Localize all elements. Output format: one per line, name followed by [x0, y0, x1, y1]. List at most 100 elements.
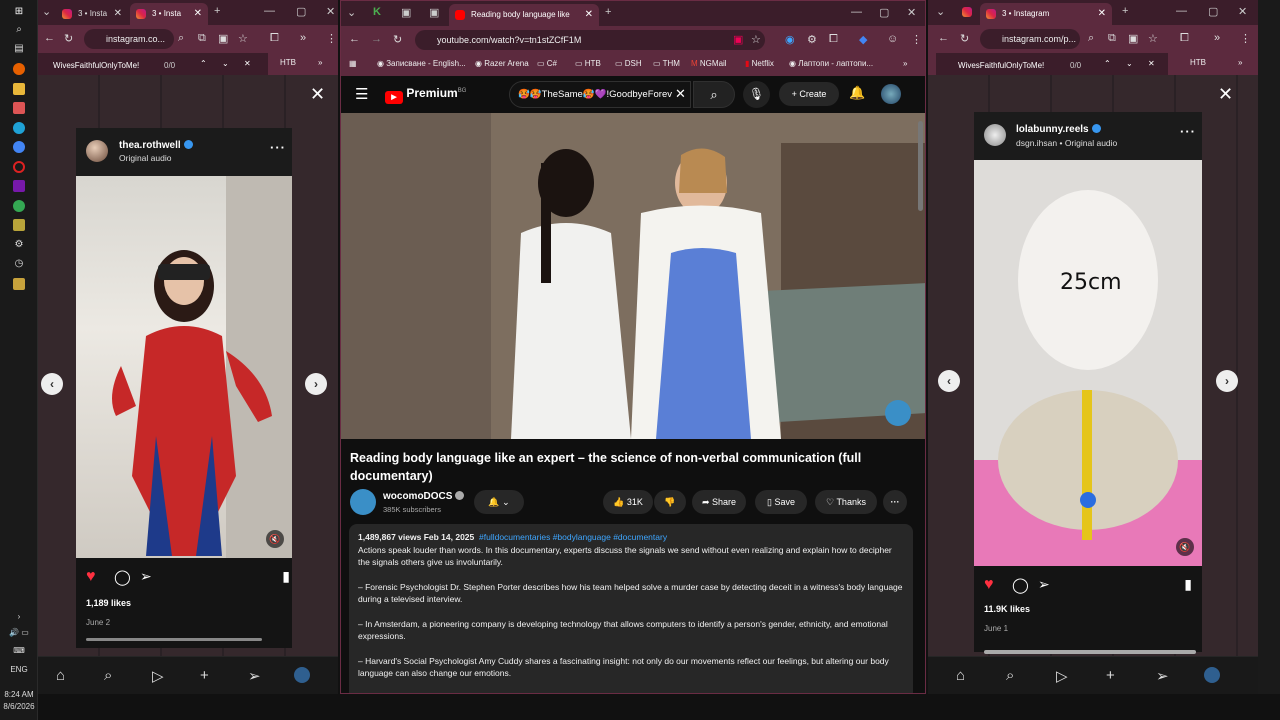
like-count[interactable]: 11.9K likes: [984, 604, 1030, 614]
video-player[interactable]: [341, 113, 925, 439]
close-tab-icon[interactable]: ✕: [194, 3, 202, 25]
bookmark-7[interactable]: M NGMail: [691, 59, 727, 68]
notifications-icon[interactable]: 🔔: [849, 85, 865, 101]
new-tab-icon[interactable]: +: [1122, 5, 1128, 17]
language-indicator[interactable]: ENG: [0, 665, 38, 674]
forward-icon[interactable]: →: [371, 33, 382, 45]
find-next-icon[interactable]: ⌄: [222, 59, 229, 68]
tab-pinned-3[interactable]: ▣: [429, 6, 439, 19]
bookmark-9[interactable]: ◉ Лаптопи - лаптопи...: [789, 59, 889, 68]
tab-pinned-instagram[interactable]: [962, 7, 972, 17]
search-input[interactable]: 🥵🥵TheSame🥵💜!GoodbyeForev: [509, 81, 691, 108]
address-bar[interactable]: instagram.co...: [84, 29, 174, 49]
tab-instagram-2[interactable]: 3 • Insta ✕: [130, 3, 208, 25]
settings-icon[interactable]: ⚙: [13, 239, 25, 251]
comment-icon[interactable]: ◯: [114, 568, 131, 586]
create-icon[interactable]: +: [200, 667, 209, 684]
address-bar[interactable]: instagram.com/p...: [980, 29, 1080, 49]
like-count[interactable]: 1,189 likes: [86, 598, 131, 608]
share-icon[interactable]: ➢: [140, 568, 152, 585]
extension-icon-1[interactable]: ◉: [785, 33, 795, 46]
onenote-icon[interactable]: [13, 180, 25, 192]
prev-post-icon[interactable]: ‹: [41, 373, 63, 395]
post-audio[interactable]: Original audio: [119, 153, 171, 163]
extension-icon-3[interactable]: ◆: [859, 33, 867, 46]
find-prev-icon[interactable]: ⌃: [1104, 59, 1111, 68]
explore-icon[interactable]: ⌕: [104, 667, 112, 684]
apps-icon[interactable]: ▦: [349, 59, 357, 68]
close-post-icon[interactable]: ✕: [1218, 84, 1233, 105]
maximize-icon[interactable]: ▢: [879, 6, 889, 19]
app-icon-2[interactable]: [13, 219, 25, 231]
cast-icon[interactable]: ▣: [733, 33, 743, 46]
channel-name[interactable]: wocomoDOCS: [383, 491, 465, 502]
like-icon[interactable]: ♥: [984, 576, 994, 594]
bookmark-star-icon[interactable]: ☆: [1148, 32, 1158, 45]
clock-date[interactable]: 8/6/2026: [0, 702, 38, 711]
reader-icon[interactable]: ▣: [218, 32, 228, 45]
minimize-icon[interactable]: —: [1176, 5, 1187, 17]
extension-icon-2[interactable]: ⚙: [807, 33, 817, 46]
save-icon[interactable]: ▮: [282, 568, 290, 585]
close-post-icon[interactable]: ✕: [310, 84, 325, 105]
close-window-icon[interactable]: ✕: [907, 6, 916, 19]
description-box[interactable]: 1,489,867 views Feb 14, 2025 #fulldocume…: [349, 524, 913, 693]
zoom-icon[interactable]: ⌕: [1088, 32, 1094, 45]
zoom-icon[interactable]: ⌕: [178, 32, 184, 45]
search-button[interactable]: ⌕: [693, 81, 735, 108]
task-view-icon[interactable]: ▤: [13, 43, 25, 55]
reels-icon[interactable]: ▷: [152, 667, 164, 685]
find-close-icon[interactable]: ✕: [244, 59, 251, 68]
minimize-icon[interactable]: —: [264, 5, 275, 17]
messages-icon[interactable]: ➢: [248, 667, 261, 685]
like-icon[interactable]: ♥: [86, 568, 96, 586]
bookmark-3[interactable]: ▭ C#: [537, 59, 557, 68]
desktop-scrollbar[interactable]: [1258, 0, 1280, 694]
post-username[interactable]: lolabunny.reels: [1016, 124, 1101, 135]
post-username[interactable]: thea.rothwell: [119, 140, 193, 151]
keyboard-icon[interactable]: ⌨: [0, 646, 38, 655]
bookmark-6[interactable]: ▭ THM: [653, 59, 680, 68]
create-icon[interactable]: +: [1106, 667, 1115, 684]
tab-pinned-1[interactable]: K: [373, 6, 381, 18]
notification-bell-button[interactable]: 🔔 ⌄: [474, 490, 524, 514]
dislike-button[interactable]: 👎: [654, 490, 686, 514]
post-media[interactable]: 🔇: [76, 176, 292, 558]
find-next-icon[interactable]: ⌄: [1126, 59, 1133, 68]
clock-icon[interactable]: ◷: [13, 258, 25, 270]
bookmark-1[interactable]: ◉ Записване - English...: [377, 59, 467, 68]
tab-search-icon[interactable]: ⌄: [936, 5, 945, 18]
more-tools-icon[interactable]: »: [1214, 32, 1220, 44]
find-input[interactable]: WivesFaithfulOnlyToMe!: [53, 61, 139, 70]
share-button[interactable]: ➦ Share: [692, 490, 746, 514]
menu-hamburger-icon[interactable]: ☰: [355, 85, 368, 103]
clock-time[interactable]: 8:24 AM: [0, 690, 38, 699]
tab-search-icon[interactable]: ⌄: [347, 6, 356, 19]
find-input[interactable]: WivesFaithfulOnlyToMe!: [958, 61, 1044, 70]
bookmark-star-icon[interactable]: ☆: [751, 33, 761, 46]
bookmark-4[interactable]: ▭ HTB: [575, 59, 601, 68]
file-explorer-icon[interactable]: [13, 83, 25, 95]
account-avatar[interactable]: [881, 84, 901, 104]
extensions-icon[interactable]: ⧠: [1180, 32, 1189, 45]
profile-icon[interactable]: [1204, 667, 1220, 683]
close-tab-icon[interactable]: ✕: [1098, 3, 1106, 25]
bookmark-htb[interactable]: HTB: [1190, 58, 1206, 67]
avatar[interactable]: [86, 140, 108, 162]
chrome-icon-2[interactable]: [13, 200, 25, 212]
home-icon[interactable]: ⌂: [956, 667, 965, 684]
more-options-icon[interactable]: ···: [270, 140, 286, 155]
bookmark-htb[interactable]: HTB: [280, 58, 296, 67]
maximize-icon[interactable]: ▢: [1208, 5, 1218, 18]
close-window-icon[interactable]: ✕: [326, 5, 335, 18]
youtube-logo[interactable]: ▶ PremiumBG: [385, 86, 466, 104]
back-icon[interactable]: ←: [44, 32, 55, 44]
more-bookmarks-icon[interactable]: »: [318, 58, 322, 67]
tab-search-icon[interactable]: ⌄: [42, 5, 51, 18]
reels-icon[interactable]: ▷: [1056, 667, 1068, 685]
install-icon[interactable]: ⧉: [1108, 32, 1116, 45]
prev-post-icon[interactable]: ‹: [938, 370, 960, 392]
windows-start-icon[interactable]: ⊞: [13, 6, 25, 18]
tab-pinned-2[interactable]: ▣: [401, 6, 411, 19]
more-tools-icon[interactable]: »: [300, 32, 306, 44]
